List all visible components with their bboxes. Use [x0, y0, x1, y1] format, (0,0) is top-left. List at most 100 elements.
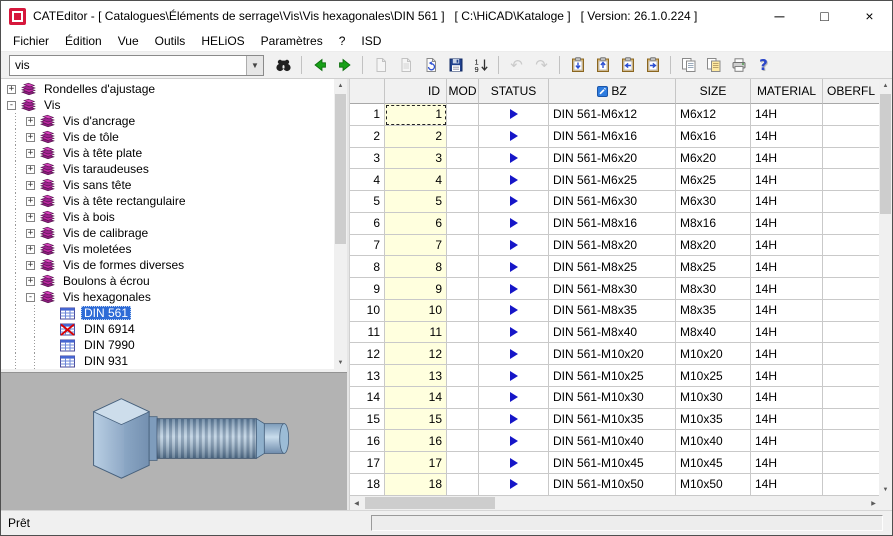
cell-size[interactable]: M10x20: [676, 343, 751, 365]
tree-item[interactable]: +Vis de formes diverses: [1, 257, 334, 273]
expand-icon[interactable]: +: [26, 245, 35, 254]
table-vscrollbar[interactable]: ▲ ▼: [879, 79, 892, 496]
cell-bz[interactable]: DIN 561-M6x16: [549, 126, 676, 148]
tree-item[interactable]: +Vis à bois: [1, 209, 334, 225]
print-button[interactable]: [727, 54, 750, 76]
row-number-cell[interactable]: 6: [350, 213, 385, 235]
cell-status[interactable]: [479, 430, 549, 452]
cell-oberfl[interactable]: [823, 148, 880, 170]
expand-icon[interactable]: +: [26, 261, 35, 270]
cell-status[interactable]: [479, 452, 549, 474]
cell-mod[interactable]: [447, 452, 479, 474]
open-table-button[interactable]: [394, 54, 417, 76]
cell-id[interactable]: 7: [385, 235, 447, 257]
row-number-cell[interactable]: 5: [350, 191, 385, 213]
cell-material[interactable]: 14H: [751, 322, 823, 344]
help-button[interactable]: ?: [752, 54, 775, 76]
tree-item[interactable]: +Vis d'ancrage: [1, 113, 334, 129]
cell-size[interactable]: M6x16: [676, 126, 751, 148]
search-combobox[interactable]: vis ▼: [9, 55, 264, 76]
cell-mod[interactable]: [447, 300, 479, 322]
cell-mod[interactable]: [447, 474, 479, 496]
cell-mod[interactable]: [447, 365, 479, 387]
cell-bz[interactable]: DIN 561-M8x40: [549, 322, 676, 344]
cell-size[interactable]: M10x25: [676, 365, 751, 387]
tree-item[interactable]: +Vis taraudeuses: [1, 161, 334, 177]
column-header-oberfl[interactable]: OBERFL: [823, 79, 880, 104]
collapse-icon[interactable]: -: [26, 293, 35, 302]
hscrollbar-thumb[interactable]: [365, 497, 495, 509]
cell-mod[interactable]: [447, 126, 479, 148]
cell-material[interactable]: 14H: [751, 256, 823, 278]
cell-bz[interactable]: DIN 561-M10x30: [549, 387, 676, 409]
cell-mod[interactable]: [447, 278, 479, 300]
cell-bz[interactable]: DIN 561-M10x25: [549, 365, 676, 387]
cell-status[interactable]: [479, 343, 549, 365]
expand-icon[interactable]: +: [26, 149, 35, 158]
cell-status[interactable]: [479, 278, 549, 300]
cell-bz[interactable]: DIN 561-M6x25: [549, 169, 676, 191]
cell-bz[interactable]: DIN 561-M10x45: [549, 452, 676, 474]
cell-size[interactable]: M10x30: [676, 387, 751, 409]
menu-item-helios[interactable]: HELiOS: [193, 32, 252, 50]
cell-material[interactable]: 14H: [751, 169, 823, 191]
cell-material[interactable]: 14H: [751, 365, 823, 387]
row-number-cell[interactable]: 3: [350, 148, 385, 170]
row-number-cell[interactable]: 7: [350, 235, 385, 257]
tree-item[interactable]: 5 13">DIN 931: [1, 353, 334, 369]
cell-id[interactable]: 11: [385, 322, 447, 344]
maximize-button[interactable]: □: [802, 1, 847, 31]
cell-status[interactable]: [479, 126, 549, 148]
cell-id[interactable]: 1: [385, 104, 447, 126]
hscrollbar-track[interactable]: [363, 496, 867, 510]
cell-id[interactable]: 14: [385, 387, 447, 409]
cell-id[interactable]: 5: [385, 191, 447, 213]
cell-material[interactable]: 14H: [751, 452, 823, 474]
cell-status[interactable]: [479, 300, 549, 322]
tree-item[interactable]: +Vis de calibrage: [1, 225, 334, 241]
cell-status[interactable]: [479, 387, 549, 409]
expand-icon[interactable]: +: [26, 277, 35, 286]
cell-status[interactable]: [479, 322, 549, 344]
expand-icon[interactable]: +: [26, 229, 35, 238]
cell-bz[interactable]: DIN 561-M8x30: [549, 278, 676, 300]
cell-mod[interactable]: [447, 256, 479, 278]
cell-oberfl[interactable]: [823, 343, 880, 365]
minimize-button[interactable]: ─: [757, 1, 802, 31]
cell-oberfl[interactable]: [823, 126, 880, 148]
table-hscrollbar[interactable]: ◀ ▶: [350, 496, 880, 510]
tree-item[interactable]: +Vis à tête plate: [1, 145, 334, 161]
row-number-cell[interactable]: 13: [350, 365, 385, 387]
cell-oberfl[interactable]: [823, 256, 880, 278]
cell-status[interactable]: [479, 256, 549, 278]
row-number-cell[interactable]: 18: [350, 474, 385, 496]
cell-material[interactable]: 14H: [751, 409, 823, 431]
cell-status[interactable]: [479, 213, 549, 235]
cell-bz[interactable]: DIN 561-M10x20: [549, 343, 676, 365]
row-number-cell[interactable]: 16: [350, 430, 385, 452]
cell-material[interactable]: 14H: [751, 278, 823, 300]
tree-item[interactable]: -Vis: [1, 97, 334, 113]
scroll-down-icon[interactable]: ▼: [879, 483, 892, 496]
find-button[interactable]: [272, 54, 295, 76]
row-number-cell[interactable]: 1: [350, 104, 385, 126]
cell-size[interactable]: M6x30: [676, 191, 751, 213]
row-number-cell[interactable]: 12: [350, 343, 385, 365]
cell-id[interactable]: 15: [385, 409, 447, 431]
cell-size[interactable]: M10x40: [676, 430, 751, 452]
cell-oberfl[interactable]: [823, 104, 880, 126]
cell-oberfl[interactable]: [823, 213, 880, 235]
row-number-cell[interactable]: 14: [350, 387, 385, 409]
tree-item[interactable]: 5 13">DIN 6914: [1, 321, 334, 337]
cell-oberfl[interactable]: [823, 430, 880, 452]
menu-item-help[interactable]: ?: [331, 32, 354, 50]
paste-column-left-button[interactable]: [616, 54, 639, 76]
dropdown-arrow-icon[interactable]: ▼: [246, 56, 263, 75]
cell-mod[interactable]: [447, 322, 479, 344]
save-button[interactable]: [444, 54, 467, 76]
cell-oberfl[interactable]: [823, 278, 880, 300]
cell-id[interactable]: 9: [385, 278, 447, 300]
expand-icon[interactable]: +: [26, 181, 35, 190]
vscrollbar-thumb[interactable]: [880, 94, 891, 214]
cell-size[interactable]: M8x30: [676, 278, 751, 300]
